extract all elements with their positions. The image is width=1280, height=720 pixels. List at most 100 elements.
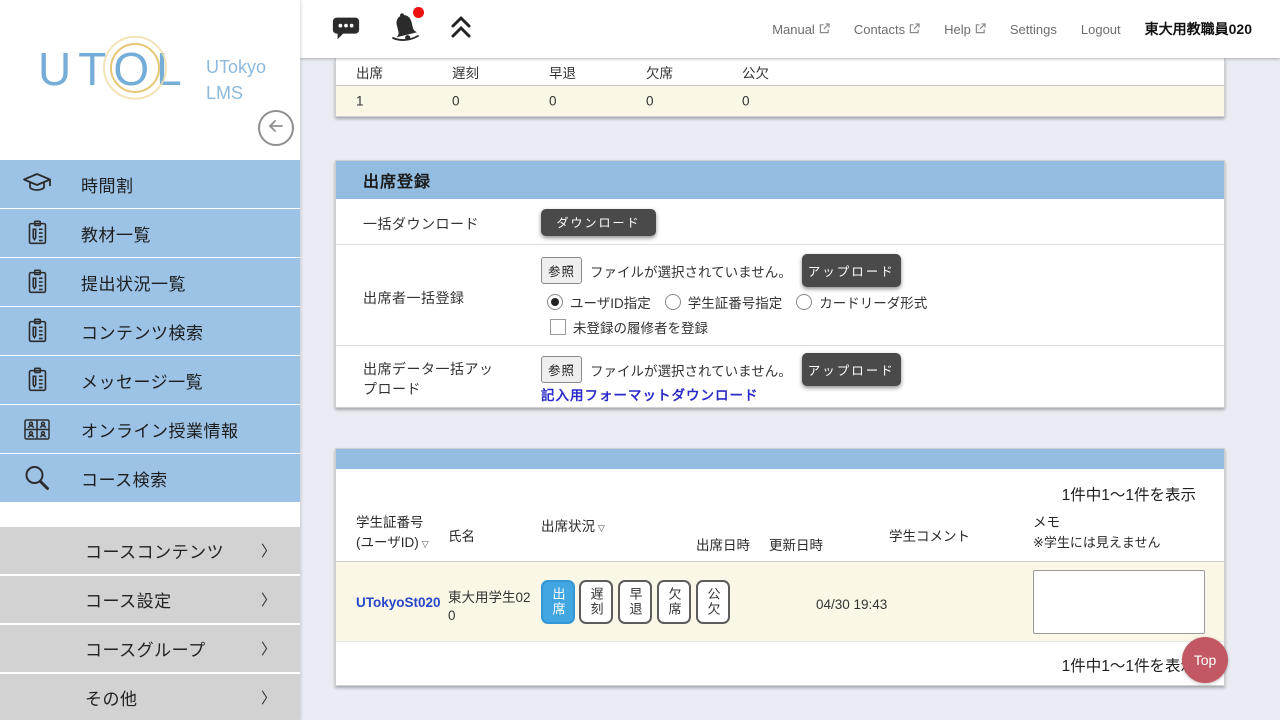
summary-absent-count: 0 bbox=[646, 94, 654, 109]
status-button-late[interactable]: 遅刻 bbox=[579, 580, 613, 624]
status-button-absent[interactable]: 欠席 bbox=[657, 580, 691, 624]
upload-button[interactable]: アップロード bbox=[802, 353, 901, 386]
summary-col-late: 遅刻 bbox=[452, 62, 479, 82]
radio-card-reader-format[interactable] bbox=[796, 294, 812, 310]
sidebar-collapse-button[interactable] bbox=[258, 110, 294, 146]
clipboard-icon bbox=[20, 216, 54, 250]
external-link-icon bbox=[975, 22, 986, 37]
clipboard-icon bbox=[20, 363, 54, 397]
chevron-right-icon: 〉 bbox=[261, 540, 276, 561]
status-button-present[interactable]: 出席 bbox=[541, 580, 575, 624]
external-link-icon bbox=[819, 22, 830, 37]
attendee-bulk-label: 出席者一括登録 bbox=[363, 288, 465, 308]
sort-icon[interactable]: ▽ bbox=[422, 539, 429, 549]
notifications-button[interactable] bbox=[388, 10, 422, 49]
radio-student-card-number[interactable] bbox=[665, 294, 681, 310]
register-unenrolled-checkbox[interactable] bbox=[550, 319, 566, 335]
radio-card-reader-format-label: カードリーダ形式 bbox=[819, 292, 927, 312]
sidebar-item-label: メッセージ一覧 bbox=[81, 368, 203, 393]
manual-link[interactable]: Manual bbox=[772, 22, 830, 37]
sidebar-item-label: オンライン授業情報 bbox=[81, 417, 239, 442]
browse-file-button[interactable]: 参照 bbox=[541, 356, 582, 383]
sort-icon[interactable]: ▽ bbox=[598, 523, 605, 533]
chat-bubble-icon bbox=[330, 12, 362, 47]
section-title: 出席登録 bbox=[336, 161, 1224, 199]
clipboard-icon bbox=[20, 265, 54, 299]
summary-late-count: 0 bbox=[452, 94, 460, 109]
attendance-data-upload-row: 出席データ一括アップロード 参照 ファイルが選択されていません。 アップロード … bbox=[336, 346, 1224, 407]
browse-file-button[interactable]: 参照 bbox=[541, 257, 582, 284]
table-footer: 1件中1〜1件を表示 bbox=[336, 641, 1224, 685]
arrow-left-icon bbox=[266, 116, 286, 141]
help-link[interactable]: Help bbox=[944, 22, 986, 37]
column-header-status: 出席状況▽ bbox=[541, 517, 605, 537]
format-download-link[interactable]: 記入用フォーマットダウンロード bbox=[541, 384, 759, 404]
search-icon bbox=[20, 461, 54, 495]
utol-logo[interactable]: UTOL UTokyo LMS bbox=[38, 42, 189, 96]
sidebar-item-label: コース検索 bbox=[81, 466, 168, 491]
summary-early-leave-count: 0 bbox=[549, 94, 557, 109]
sidebar-item-timetable[interactable]: 時間割 bbox=[0, 160, 300, 209]
download-button[interactable]: ダウンロード bbox=[541, 209, 656, 236]
attendance-registration-section: 出席登録 一括ダウンロード ダウンロード 出席者一括登録 参照 ファイルが選択さ… bbox=[335, 160, 1225, 408]
column-header-update-time: 更新日時 bbox=[769, 536, 823, 556]
radio-user-id[interactable] bbox=[547, 294, 563, 310]
scroll-to-top-button[interactable]: Top bbox=[1182, 637, 1228, 683]
sidebar-group-menu: コースコンテンツ 〉 コース設定 〉 コースグループ 〉 その他 〉 bbox=[0, 527, 300, 720]
sidebar-item-online-class[interactable]: オンライン授業情報 bbox=[0, 405, 300, 454]
messages-button[interactable] bbox=[330, 12, 362, 47]
sidebar-item-course-contents[interactable]: コースコンテンツ 〉 bbox=[0, 527, 300, 576]
current-user-name[interactable]: 東大用教職員020 bbox=[1145, 19, 1252, 39]
chevron-right-icon: 〉 bbox=[261, 638, 276, 659]
sidebar-item-label: 時間割 bbox=[81, 172, 134, 197]
summary-value-row: 1 0 0 0 0 bbox=[336, 86, 1224, 116]
status-button-early-leave[interactable]: 早退 bbox=[618, 580, 652, 624]
video-grid-icon bbox=[20, 412, 54, 446]
no-file-selected-text: ファイルが選択されていません。 bbox=[590, 360, 792, 380]
collapse-header-button[interactable] bbox=[448, 14, 474, 45]
sidebar-item-others[interactable]: その他 〉 bbox=[0, 674, 300, 720]
upload-button[interactable]: アップロード bbox=[802, 254, 901, 287]
sidebar-item-course-search[interactable]: コース検索 bbox=[0, 454, 300, 503]
clipboard-icon bbox=[20, 314, 54, 348]
bulk-download-label: 一括ダウンロード bbox=[363, 214, 479, 234]
settings-link[interactable]: Settings bbox=[1010, 22, 1057, 37]
data-upload-label: 出席データ一括アップロード bbox=[363, 360, 495, 399]
column-header-comment: 学生コメント bbox=[889, 527, 970, 547]
sidebar: UTOL UTokyo LMS 時間割 教材一覧 提出状況一覧 bbox=[0, 0, 300, 720]
column-header-attend-time: 出席日時 bbox=[696, 536, 750, 556]
sidebar-item-content-search[interactable]: コンテンツ検索 bbox=[0, 307, 300, 356]
sidebar-item-course-group[interactable]: コースグループ 〉 bbox=[0, 625, 300, 674]
sidebar-item-course-settings[interactable]: コース設定 〉 bbox=[0, 576, 300, 625]
utol-logo-subtext: UTokyo LMS bbox=[206, 54, 266, 106]
column-header-student-id: 学生証番号 (ユーザID)▽ bbox=[356, 513, 429, 554]
summary-header-row: 出席 遅刻 早退 欠席 公欠 bbox=[336, 58, 1224, 86]
student-attendance-table: 1件中1〜1件を表示 学生証番号 (ユーザID)▽ 氏名 出席状況▽ 出席日時 … bbox=[335, 448, 1225, 686]
logo-sun-rings: O bbox=[113, 42, 156, 96]
radio-user-id-label: ユーザID指定 bbox=[570, 292, 651, 312]
radio-student-card-number-label: 学生証番号指定 bbox=[688, 292, 783, 312]
sidebar-item-materials[interactable]: 教材一覧 bbox=[0, 209, 300, 258]
summary-col-early-leave: 早退 bbox=[549, 62, 576, 82]
double-chevron-up-icon bbox=[448, 14, 474, 45]
attendance-summary-table: 出席 遅刻 早退 欠席 公欠 1 0 0 0 0 bbox=[335, 58, 1225, 117]
chevron-right-icon: 〉 bbox=[261, 687, 276, 708]
student-id-link[interactable]: UTokyoSt020 bbox=[356, 595, 441, 610]
sidebar-item-submissions[interactable]: 提出状況一覧 bbox=[0, 258, 300, 307]
student-name: 東大用学生020 bbox=[448, 589, 534, 625]
top-header-bar: Manual Contacts Help Settings Logout 東大用… bbox=[300, 0, 1280, 58]
status-button-excused[interactable]: 公欠 bbox=[696, 580, 730, 624]
student-row: UTokyoSt020 東大用学生020 出席 遅刻 早退 欠席 公欠 04/3… bbox=[336, 561, 1224, 641]
utol-logo-text: UTOL bbox=[38, 42, 189, 96]
summary-col-excused: 公欠 bbox=[742, 62, 769, 82]
contacts-link[interactable]: Contacts bbox=[854, 22, 920, 37]
sidebar-item-label: コンテンツ検索 bbox=[81, 319, 204, 344]
chevron-right-icon: 〉 bbox=[261, 589, 276, 610]
memo-textarea[interactable] bbox=[1033, 570, 1205, 634]
table-header-zone: 1件中1〜1件を表示 学生証番号 (ユーザID)▽ 氏名 出席状況▽ 出席日時 … bbox=[336, 469, 1224, 561]
summary-col-present: 出席 bbox=[356, 62, 383, 82]
sidebar-item-messages[interactable]: メッセージ一覧 bbox=[0, 356, 300, 405]
column-header-name: 氏名 bbox=[448, 527, 475, 547]
logout-link[interactable]: Logout bbox=[1081, 22, 1121, 37]
register-unenrolled-label: 未登録の履修者を登録 bbox=[573, 317, 708, 337]
